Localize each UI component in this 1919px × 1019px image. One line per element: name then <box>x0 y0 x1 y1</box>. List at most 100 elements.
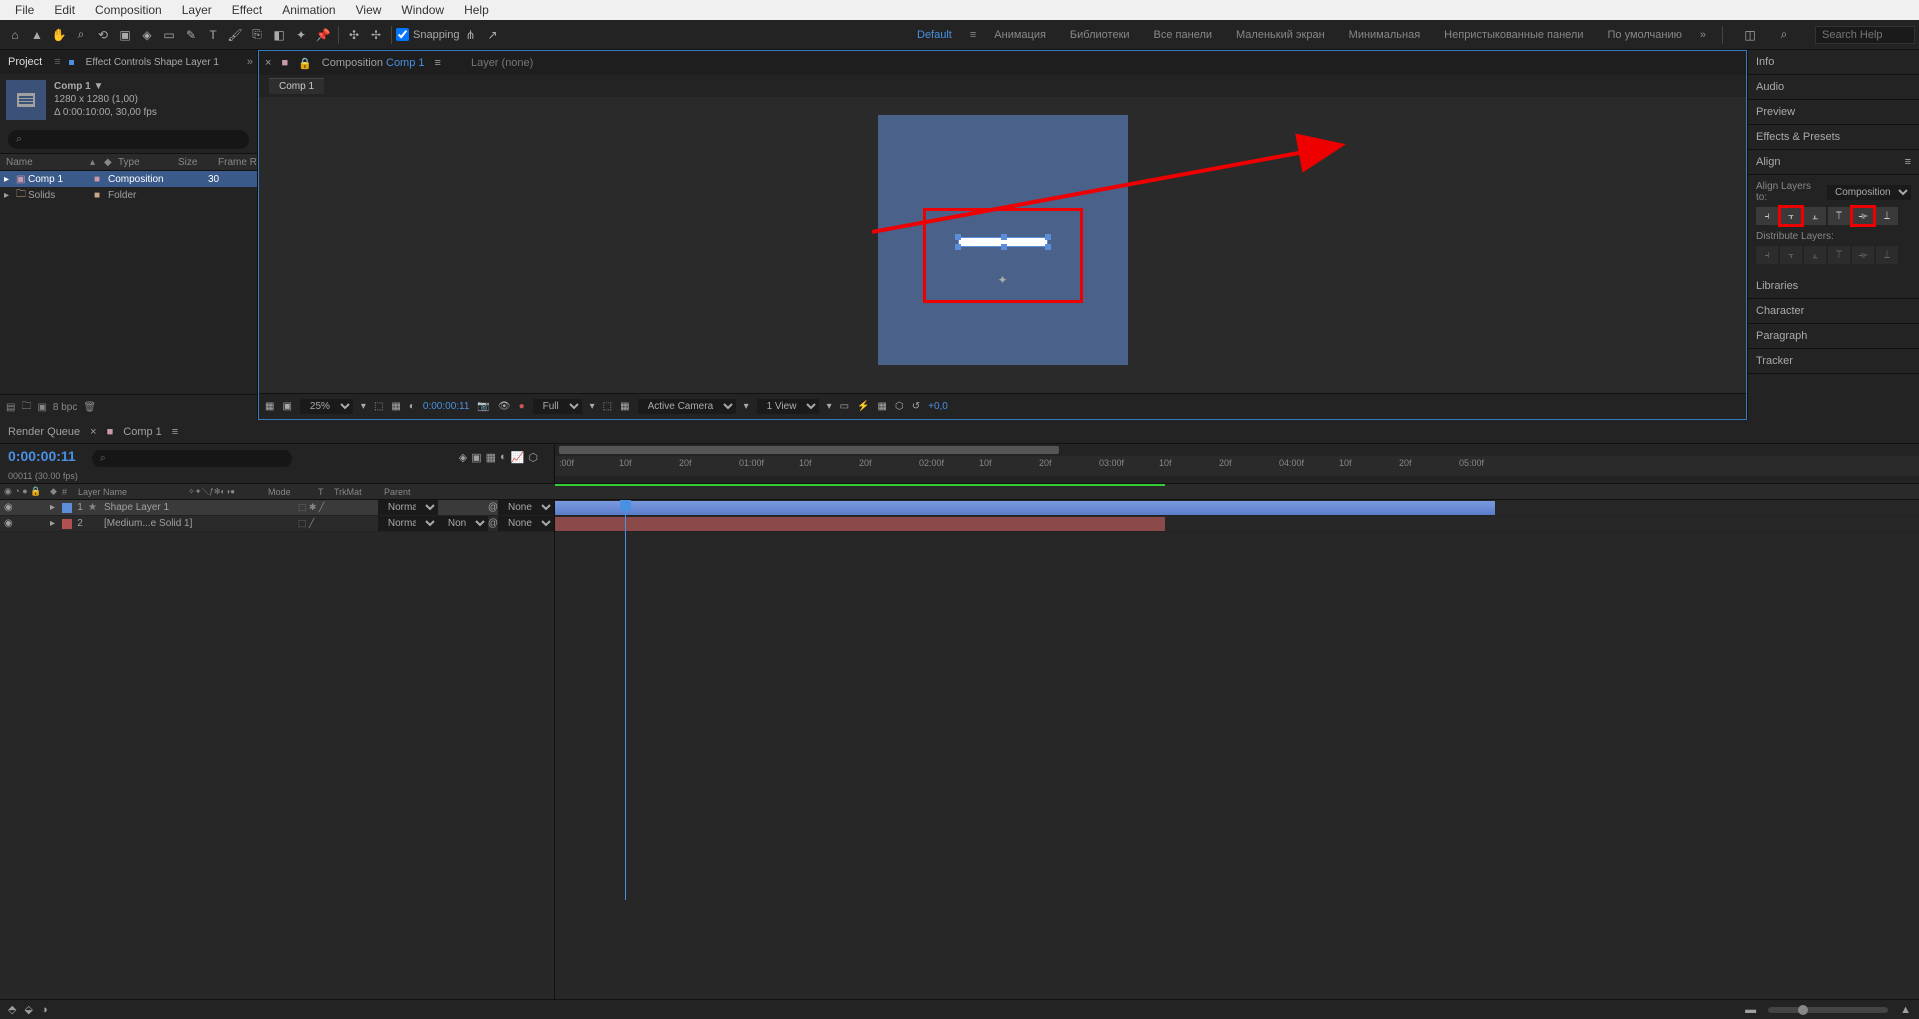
parent-dropdown[interactable]: None <box>498 516 554 531</box>
panel-menu-icon[interactable]: ≡ <box>435 57 441 69</box>
snapshot-icon[interactable]: 📷 <box>477 401 489 412</box>
label-col-icon[interactable]: ◆ <box>50 486 62 497</box>
pan-behind-tool-icon[interactable]: ◈ <box>137 25 157 45</box>
shape-tool-icon[interactable]: ▭ <box>159 25 179 45</box>
exposure-value[interactable]: +0,0 <box>928 401 948 412</box>
menu-view[interactable]: View <box>346 1 392 19</box>
align-top-button[interactable]: ⟙ <box>1828 207 1850 225</box>
camera-dropdown[interactable]: Active Camera <box>638 399 736 414</box>
panel-character[interactable]: Character <box>1748 299 1919 324</box>
blend-mode-dropdown[interactable]: Normal <box>378 500 438 515</box>
graph-editor-icon[interactable]: 📈 <box>511 451 525 464</box>
playhead[interactable] <box>625 500 626 900</box>
resolution-icon[interactable]: ⬚ <box>374 401 383 412</box>
orbit-tool-icon[interactable]: ⟲ <box>93 25 113 45</box>
work-area-bar[interactable] <box>555 484 1165 486</box>
layer-name[interactable]: [Medium...e Solid 1] <box>100 518 298 529</box>
col-type[interactable]: Type <box>118 157 178 168</box>
col-layer-name[interactable]: Layer Name <box>78 487 188 497</box>
fast-preview-icon[interactable]: ⚡ <box>857 401 869 412</box>
trkmat-dropdown[interactable]: None <box>438 516 488 531</box>
panel-menu-icon[interactable]: ≡ <box>172 426 178 438</box>
bpc-button[interactable]: 8 bpc <box>53 402 77 413</box>
timeline-search-input[interactable]: ⌕ <box>92 450 292 467</box>
workspace-all-panels[interactable]: Все панели <box>1148 27 1218 43</box>
snapping-checkbox[interactable]: Snapping <box>396 28 460 41</box>
search-help-input[interactable] <box>1815 26 1915 44</box>
flowchart-icon[interactable]: ⬡ <box>895 401 904 412</box>
new-folder-icon[interactable]: 🗀 <box>21 399 31 416</box>
clone-tool-icon[interactable]: ⎘ <box>247 25 267 45</box>
zoom-tool-icon[interactable]: ⌕ <box>71 25 91 45</box>
label-column-icon[interactable]: ◆ <box>104 157 118 168</box>
workspace-menu-icon[interactable]: ≡ <box>970 29 976 41</box>
col-size[interactable]: Size <box>178 157 218 168</box>
search-icon[interactable]: ⌕ <box>1774 25 1794 45</box>
composition-canvas[interactable]: ✦ <box>878 115 1128 365</box>
menu-effect[interactable]: Effect <box>222 1 272 19</box>
zoom-dropdown[interactable]: 25% <box>300 399 353 414</box>
comp-dropdown-icon[interactable]: ▼ <box>93 81 103 92</box>
align-bottom-button[interactable]: ⟘ <box>1876 207 1898 225</box>
draft3d-icon[interactable]: ▣ <box>471 451 481 464</box>
anchor-point-icon[interactable]: ✦ <box>998 273 1008 287</box>
distribute-hcenter-button[interactable]: ⟛ <box>1852 246 1874 264</box>
new-comp-icon[interactable]: ▣ <box>37 402 46 413</box>
text-tool-icon[interactable]: T <box>203 25 223 45</box>
sync-icon[interactable]: ◫ <box>1740 25 1760 45</box>
project-item-folder[interactable]: ▸ 🗀 Solids ■ Folder <box>0 187 257 203</box>
col-name[interactable]: Name <box>0 157 90 168</box>
zoom-out-icon[interactable]: ▬ <box>1745 1004 1756 1016</box>
blend-mode-dropdown[interactable]: Normal <box>378 516 438 531</box>
timeline-icon[interactable]: ▦ <box>878 401 887 412</box>
panel-preview[interactable]: Preview <box>1748 100 1919 125</box>
puppet-tool-icon[interactable]: 📌 <box>313 25 333 45</box>
workspace-undocked[interactable]: Непристыкованные панели <box>1438 27 1589 43</box>
roi-icon[interactable]: ⬚ <box>603 401 612 412</box>
menu-animation[interactable]: Animation <box>272 1 345 19</box>
grid-icon[interactable]: ▦ <box>391 401 400 412</box>
timeline-layer-row[interactable]: ◉ ▸ 2 [Medium...e Solid 1] ⬚ ╱ Normal No… <box>0 516 554 532</box>
timeline-zoom-slider[interactable] <box>1768 1007 1888 1013</box>
workspace-overflow-icon[interactable]: » <box>1700 29 1706 41</box>
show-snapshot-icon[interactable]: 👁 <box>498 401 511 412</box>
toggle-switches-icon[interactable]: ⬘ <box>8 1003 16 1016</box>
eye-icon[interactable]: ◉ <box>4 518 13 529</box>
alpha-icon[interactable]: ▣ <box>282 401 291 412</box>
col-parent[interactable]: Parent <box>384 487 411 497</box>
layer-color-icon[interactable] <box>62 519 72 529</box>
parent-dropdown[interactable]: None <box>498 500 554 515</box>
timeline-navigator[interactable] <box>559 446 1059 454</box>
pickwhip-icon[interactable]: @ <box>488 518 498 529</box>
snap-option-icon[interactable]: ⋔ <box>461 25 481 45</box>
menu-help[interactable]: Help <box>454 1 499 19</box>
workspace-small-screen[interactable]: Маленький экран <box>1230 27 1331 43</box>
pixel-aspect-icon[interactable]: ▭ <box>840 401 849 412</box>
workspace-minimal[interactable]: Минимальная <box>1343 27 1427 43</box>
panel-audio[interactable]: Audio <box>1748 75 1919 100</box>
comp-subtab[interactable]: Comp 1 <box>269 78 324 94</box>
composition-thumbnail[interactable] <box>6 80 46 120</box>
align-horizontal-center-button[interactable]: ⫟ <box>1780 207 1802 225</box>
workspace-default-ru[interactable]: По умолчанию <box>1601 27 1687 43</box>
panel-align-header[interactable]: Align ≡ <box>1748 150 1919 175</box>
distribute-bottom-button[interactable]: ⫠ <box>1804 246 1826 264</box>
brush-tool-icon[interactable]: 🖌 <box>225 25 245 45</box>
selection-tool-icon[interactable]: ▲ <box>27 25 47 45</box>
brain-icon[interactable]: ⬡ <box>528 451 538 464</box>
switches-col-icons[interactable]: ✧✦＼ƒ✻◐◑● <box>188 486 268 497</box>
composition-viewport[interactable]: ✦ <box>259 97 1746 393</box>
tab-comp-label[interactable]: Composition Comp 1 <box>322 57 425 69</box>
layer-track[interactable] <box>555 500 1919 516</box>
eraser-tool-icon[interactable]: ◧ <box>269 25 289 45</box>
distribute-top-button[interactable]: ⫞ <box>1756 246 1778 264</box>
align-left-button[interactable]: ⫞ <box>1756 207 1778 225</box>
project-item-comp[interactable]: ▸ ▣ Comp 1 ■ Composition 30 <box>0 171 257 187</box>
tab-render-queue[interactable]: Render Queue <box>8 426 80 438</box>
distribute-left-button[interactable]: ⟙ <box>1828 246 1850 264</box>
av-columns-icon[interactable]: ◉ ◔ ● 🔒 <box>0 486 50 497</box>
views-dropdown[interactable]: 1 View <box>757 399 819 414</box>
pickwhip-icon[interactable]: @ <box>488 502 498 513</box>
panel-menu-icon[interactable]: ≡ <box>1905 156 1911 168</box>
timeline-layer-row[interactable]: ◉ ▸ 1 ★ Shape Layer 1 ⬚ ✱ ╱ Normal @ Non… <box>0 500 554 516</box>
